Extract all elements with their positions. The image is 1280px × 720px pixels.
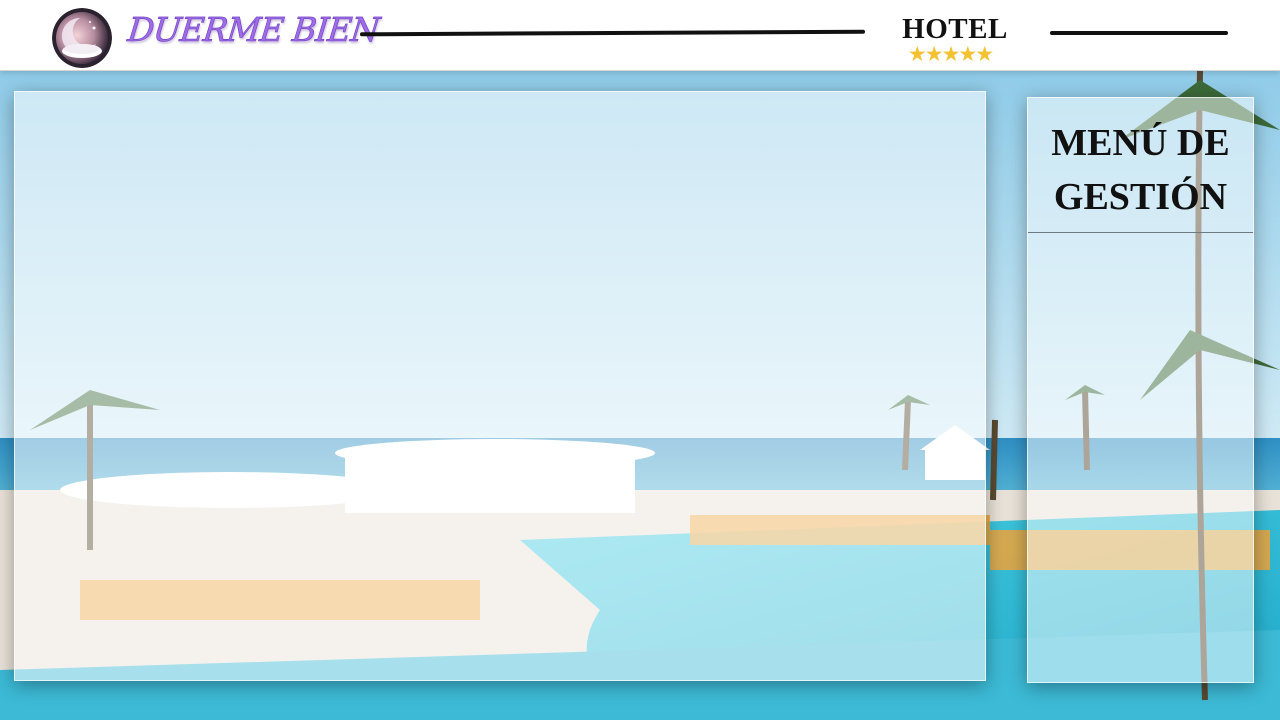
- management-menu-title-line1: MENÚ DE: [1051, 122, 1230, 164]
- management-menu-title: MENÚ DE GESTIÓN: [1028, 116, 1253, 224]
- menu-divider: [1028, 232, 1253, 233]
- management-menu-items: [1028, 234, 1253, 680]
- header-divider-left: [359, 29, 866, 37]
- header-divider-right: [1050, 31, 1228, 35]
- management-menu-title-line2: GESTIÓN: [1053, 176, 1228, 218]
- management-menu-panel: MENÚ DE GESTIÓN: [1027, 97, 1254, 683]
- moon-pillow-logo-icon[interactable]: [52, 8, 112, 68]
- main-content-panel: [14, 91, 986, 681]
- brand-name: DUERME BIEN: [125, 10, 382, 50]
- top-header: DUERME BIEN HOTEL ★★★★★: [0, 0, 1280, 71]
- star-rating: ★★★★★: [907, 42, 994, 66]
